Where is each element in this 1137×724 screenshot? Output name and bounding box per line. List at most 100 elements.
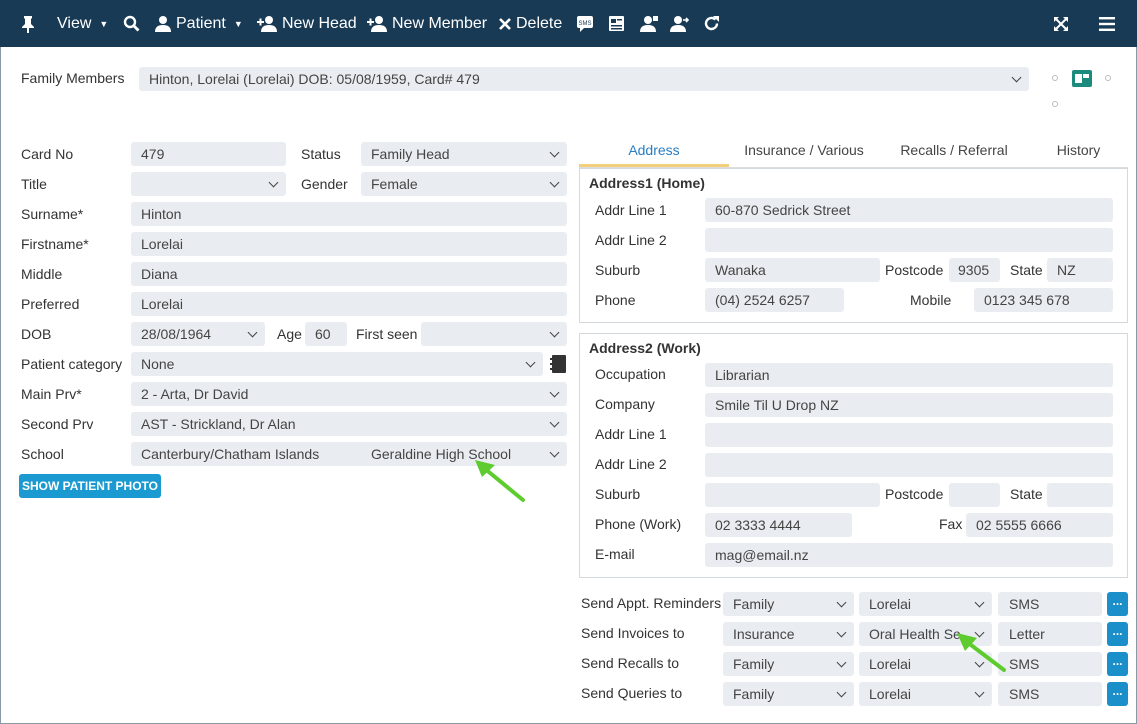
show-patient-photo-button[interactable]: SHOW PATIENT PHOTO	[19, 474, 161, 498]
delete-button[interactable]: Delete	[499, 0, 562, 47]
middle-value: Diana	[141, 266, 178, 282]
chevron-down-icon	[269, 179, 278, 188]
addr1-state-value: NZ	[1057, 262, 1076, 278]
company-field[interactable]: Smile Til U Drop NZ	[705, 393, 1113, 417]
patient-category-value: None	[141, 356, 175, 372]
send-reminders-method-field[interactable]: SMS	[998, 592, 1102, 616]
send-queries-more-button[interactable]: ...	[1107, 682, 1128, 706]
addr1-phone-field[interactable]: (04) 2524 6257	[705, 288, 844, 312]
tab-insurance[interactable]: Insurance / Various	[729, 131, 879, 167]
addr1-mobile-field[interactable]: 0123 345 678	[974, 288, 1113, 312]
firstname-label: Firstname*	[21, 236, 89, 252]
addr2-line1-field[interactable]	[705, 423, 1113, 447]
chevron-down-icon	[550, 449, 559, 458]
second-prv-value: AST - Strickland, Dr Alan	[141, 416, 296, 432]
send-reminders-person-select[interactable]: Lorelai	[859, 592, 992, 616]
search-button[interactable]	[123, 0, 140, 47]
firstname-field[interactable]: Lorelai	[131, 232, 567, 256]
surname-field[interactable]: Hinton	[131, 202, 567, 226]
addr1-line1-field[interactable]: 60-870 Sedrick Street	[705, 198, 1113, 222]
user-card-button[interactable]	[640, 0, 658, 47]
addr1-postcode-field[interactable]: 9305	[949, 258, 1000, 282]
sms-button[interactable]: SMS	[576, 0, 594, 47]
dob-field[interactable]: 28/08/1964	[131, 322, 265, 346]
chevron-down-icon	[975, 599, 984, 608]
menu-button[interactable]	[1099, 0, 1115, 47]
addr2-line2-field[interactable]	[705, 453, 1113, 477]
family-members-select[interactable]: Hinton, Lorelai (Lorelai) DOB: 05/08/195…	[139, 67, 1029, 91]
send-invoices-to-select[interactable]: Insurance	[723, 622, 854, 646]
send-reminders-to-select[interactable]: Family	[723, 592, 854, 616]
refresh-button[interactable]	[703, 0, 720, 47]
new-member-button[interactable]: New Member	[367, 0, 487, 47]
preferred-label: Preferred	[21, 296, 80, 312]
age-field[interactable]: 60	[305, 322, 347, 346]
send-reminders-label: Send Appt. Reminders	[581, 595, 722, 611]
tab-history[interactable]: History	[1029, 131, 1128, 167]
gender-value: Female	[371, 176, 418, 192]
family-card-icon[interactable]	[1072, 70, 1092, 87]
radio-dot[interactable]	[1052, 75, 1058, 81]
company-value: Smile Til U Drop NZ	[715, 397, 839, 413]
addr2-postcode-field[interactable]	[949, 483, 1000, 507]
send-reminders-to-value: Family	[733, 596, 775, 612]
category-notes-button[interactable]	[549, 354, 567, 377]
chevron-down-icon	[550, 329, 559, 338]
middle-field[interactable]: Diana	[131, 262, 567, 286]
middle-label: Middle	[21, 266, 63, 282]
caret-down-icon: ▼	[233, 18, 243, 29]
chevron-down-icon	[526, 359, 535, 368]
pin-button[interactable]	[20, 0, 36, 47]
fax-field[interactable]: 02 5555 6666	[966, 513, 1113, 537]
new-head-button[interactable]: New Head	[257, 0, 357, 47]
family-members-label: Family Members	[21, 70, 125, 86]
addr1-state-field[interactable]: NZ	[1047, 258, 1113, 282]
school-region-value: Canterbury/Chatham Islands	[141, 446, 320, 462]
radio-dot[interactable]	[1052, 101, 1058, 107]
fullscreen-button[interactable]	[1053, 0, 1069, 47]
preferred-field[interactable]: Lorelai	[131, 292, 567, 316]
send-queries-to-value: Family	[733, 686, 775, 702]
patient-menu[interactable]: Patient ▼	[155, 0, 243, 47]
tab-address[interactable]: Address	[579, 131, 729, 167]
view-menu[interactable]: View ▼	[57, 0, 108, 47]
send-queries-method-value: SMS	[1009, 686, 1040, 702]
send-recalls-person-value: Lorelai	[869, 656, 912, 672]
occupation-value: Librarian	[715, 367, 770, 383]
addr1-line2-field[interactable]	[705, 228, 1113, 252]
user-transfer-button[interactable]	[670, 0, 690, 47]
send-queries-person-select[interactable]: Lorelai	[859, 682, 992, 706]
second-prv-select[interactable]: AST - Strickland, Dr Alan	[131, 412, 567, 436]
patient-category-select[interactable]: None	[131, 352, 543, 376]
annotation-arrow-icon	[475, 460, 525, 502]
addr1-suburb-field[interactable]: Wanaka	[705, 258, 880, 282]
phone-work-field[interactable]: 02 3333 4444	[705, 513, 852, 537]
address1-title: Address1 (Home)	[589, 175, 705, 191]
dob-value: 28/08/1964	[141, 326, 212, 342]
send-recalls-to-select[interactable]: Family	[723, 652, 854, 676]
title-select[interactable]	[131, 172, 286, 196]
send-queries-method-field[interactable]: SMS	[998, 682, 1102, 706]
age-label: Age	[277, 326, 302, 342]
send-invoices-more-button[interactable]: ...	[1107, 622, 1128, 646]
status-select[interactable]: Family Head	[361, 142, 567, 166]
addr2-suburb-field[interactable]	[705, 483, 880, 507]
addr2-line1-label: Addr Line 1	[595, 426, 667, 442]
send-reminders-method-value: SMS	[1009, 596, 1040, 612]
addr1-phone-value: (04) 2524 6257	[715, 292, 810, 308]
print-button[interactable]	[608, 0, 625, 47]
email-field[interactable]: mag@email.nz	[705, 543, 1113, 567]
main-prv-select[interactable]: 2 - Arta, Dr David	[131, 382, 567, 406]
user-plus-icon	[257, 16, 277, 32]
card-no-field[interactable]: 479	[131, 142, 286, 166]
occupation-field[interactable]: Librarian	[705, 363, 1113, 387]
addr2-state-field[interactable]	[1047, 483, 1113, 507]
tab-recalls[interactable]: Recalls / Referral	[879, 131, 1029, 167]
gender-select[interactable]: Female	[361, 172, 567, 196]
send-queries-to-select[interactable]: Family	[723, 682, 854, 706]
send-reminders-more-button[interactable]: ...	[1107, 592, 1128, 616]
phone-work-value: 02 3333 4444	[715, 517, 801, 533]
send-recalls-more-button[interactable]: ...	[1107, 652, 1128, 676]
radio-dot[interactable]	[1105, 75, 1111, 81]
first-seen-field[interactable]	[421, 322, 567, 346]
